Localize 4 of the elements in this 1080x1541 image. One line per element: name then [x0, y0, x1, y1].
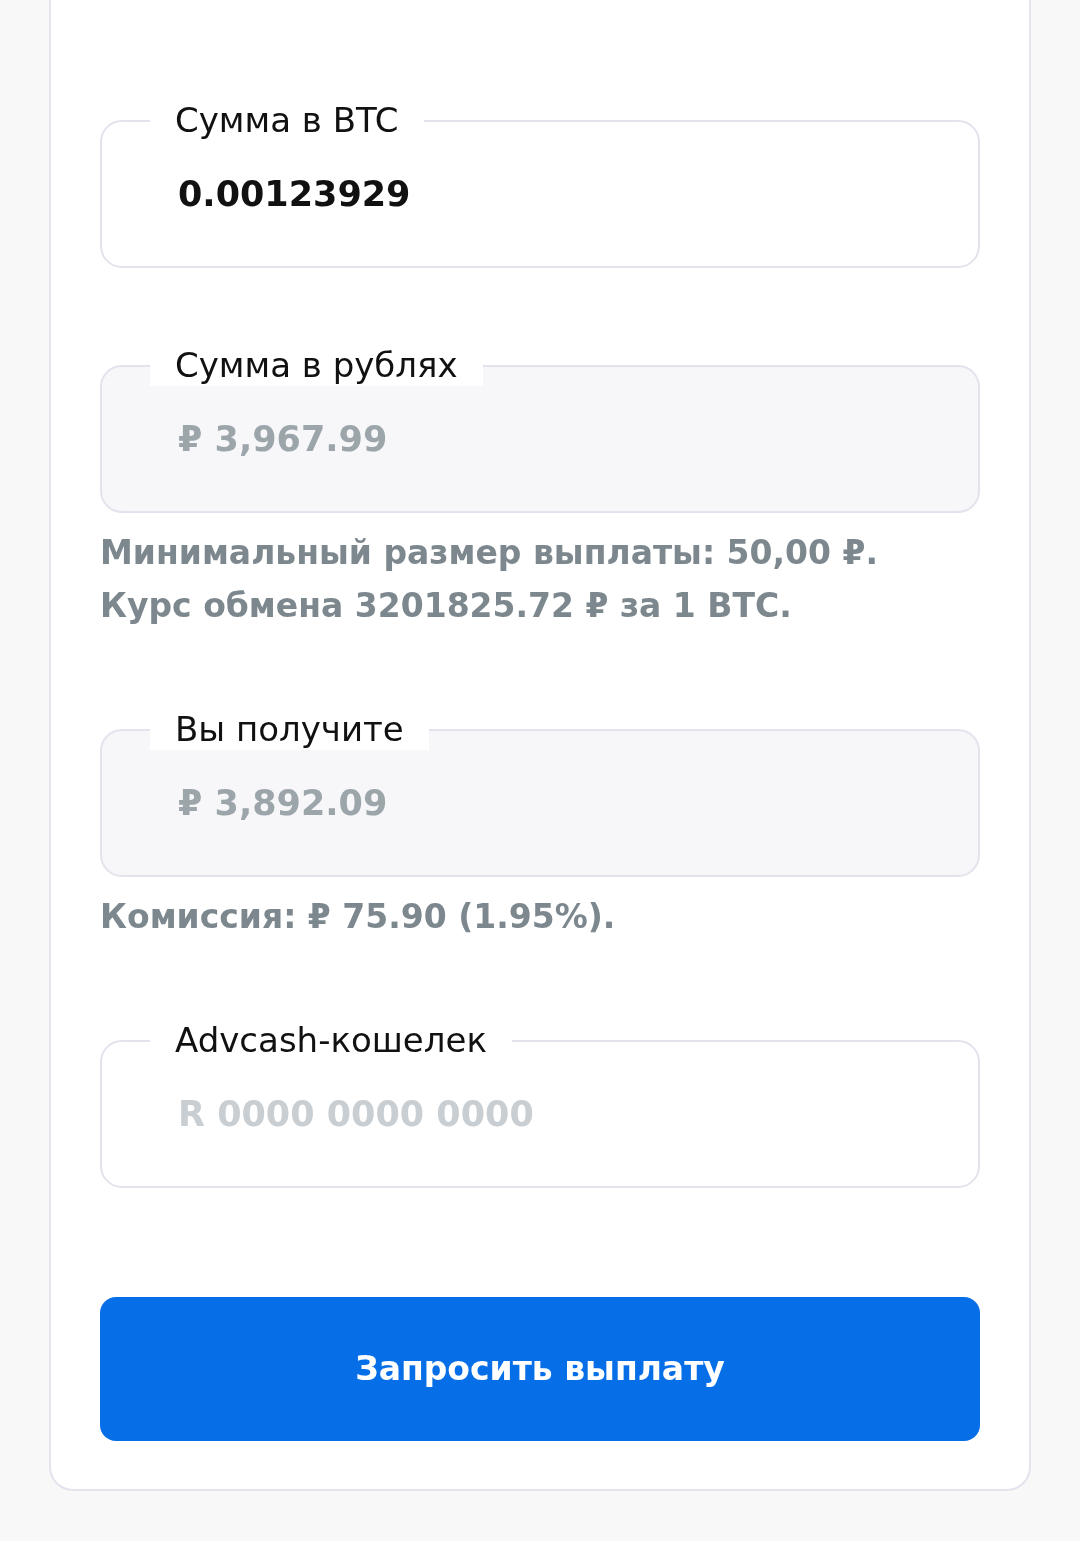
hint-text: Минимальный размер выплаты: 50,00 ₽.: [100, 532, 879, 574]
hint-text: Курс обмена 3201825.72 ₽ за 1 BTC.: [100, 585, 793, 627]
request-payout-button[interactable]: Запросить выплату: [100, 1297, 980, 1441]
hint-text: Комиссия: ₽ 75.90 (1.95%).: [100, 896, 617, 938]
